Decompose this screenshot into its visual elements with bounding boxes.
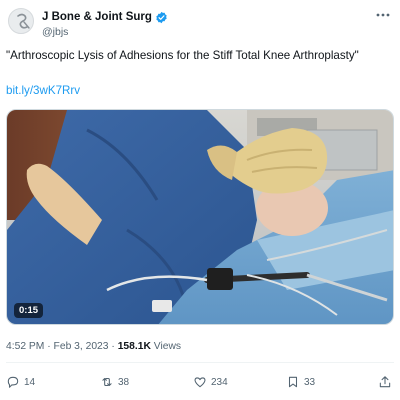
jbjs-logo-icon bbox=[17, 13, 30, 29]
bookmark-button[interactable]: 33 bbox=[286, 372, 315, 392]
video-duration: 0:15 bbox=[14, 303, 44, 318]
bookmark-icon bbox=[288, 376, 298, 388]
share-button[interactable] bbox=[378, 372, 392, 392]
retweet-button[interactable]: 38 bbox=[100, 372, 129, 392]
reply-count: 14 bbox=[24, 376, 36, 388]
avatar[interactable] bbox=[8, 8, 34, 34]
bookmark-count: 33 bbox=[304, 376, 316, 388]
video-thumbnail bbox=[7, 110, 393, 324]
action-bar: 14 38 234 33 bbox=[0, 372, 400, 392]
views-count[interactable]: 158.1K bbox=[118, 341, 151, 352]
divider bbox=[6, 362, 394, 363]
retweet-count: 38 bbox=[118, 376, 130, 388]
share-icon bbox=[379, 376, 391, 388]
like-icon bbox=[194, 377, 206, 388]
reply-button[interactable]: 14 bbox=[6, 372, 35, 392]
like-button[interactable]: 234 bbox=[193, 372, 228, 392]
author-name-row[interactable]: J Bone & Joint Surg bbox=[42, 10, 168, 24]
tweet-date[interactable]: Feb 3, 2023 bbox=[54, 341, 109, 352]
tweet-link[interactable]: bit.ly/3wK7Rrv bbox=[6, 84, 80, 97]
author-handle[interactable]: @jbjs bbox=[42, 26, 68, 38]
tweet-time[interactable]: 4:52 PM bbox=[6, 341, 44, 352]
video-player[interactable]: 0:15 bbox=[6, 109, 394, 325]
views-label: Views bbox=[153, 341, 182, 352]
like-count: 234 bbox=[211, 376, 228, 388]
tweet-meta: 4:52 PM · Feb 3, 2023 · 158.1K Views bbox=[6, 341, 181, 352]
reply-icon bbox=[7, 376, 19, 388]
tweet-header: J Bone & Joint Surg @jbjs bbox=[0, 0, 400, 46]
retweet-icon bbox=[102, 377, 112, 387]
meta-separator-2: · bbox=[111, 341, 115, 352]
verified-badge-icon bbox=[156, 11, 167, 23]
more-options-icon[interactable] bbox=[374, 10, 392, 20]
tweet-text: "Arthroscopic Lysis of Adhesions for the… bbox=[6, 49, 359, 62]
author-display-name[interactable]: J Bone & Joint Surg bbox=[42, 11, 152, 23]
meta-separator: · bbox=[47, 341, 51, 352]
